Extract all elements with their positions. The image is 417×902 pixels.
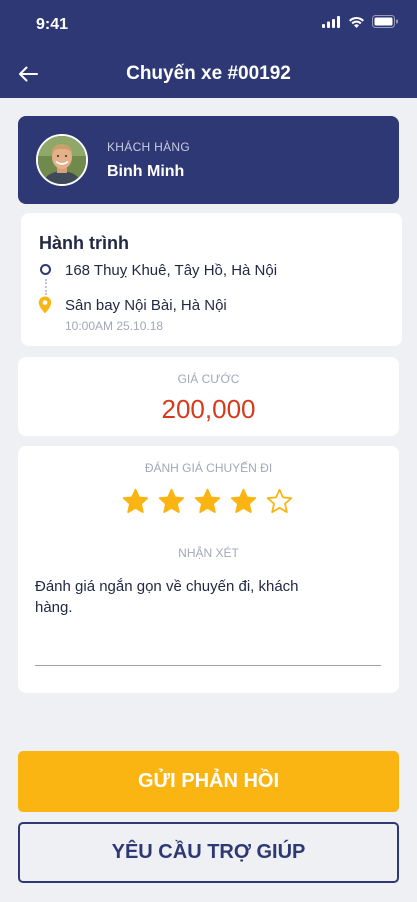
route-connector <box>45 279 47 295</box>
star-filled-icon[interactable] <box>194 488 221 515</box>
star-filled-icon[interactable] <box>122 488 149 515</box>
fare-value: 200,000 <box>161 394 256 424</box>
trip-datetime: 10:00AM 25.10.18 <box>65 319 164 333</box>
signal-icon <box>322 15 340 28</box>
star-filled-icon[interactable] <box>158 488 185 515</box>
rating-label: ĐÁNH GIÁ CHUYẾN ĐI <box>144 461 273 475</box>
fare-card: GIÁ CƯỚC 200,000 <box>18 357 399 436</box>
destination-address: Sân bay Nội Bài, Hà Nội <box>65 297 227 314</box>
page-title: Chuyến xe #00192 <box>126 63 291 84</box>
app-header: 9:41 Chuyến xe #00192 <box>0 0 417 98</box>
customer-label: KHÁCH HÀNG <box>107 140 191 154</box>
route-title: Hành trình <box>39 233 129 253</box>
star-filled-icon[interactable] <box>230 488 257 515</box>
location-pin-icon <box>38 296 52 314</box>
status-icons <box>322 15 399 28</box>
star-rating[interactable] <box>122 488 293 515</box>
wifi-icon <box>349 16 364 28</box>
submit-feedback-button[interactable]: GỬI PHẢN HỒI <box>18 751 399 812</box>
request-help-button[interactable]: YÊU CẦU TRỢ GIÚP <box>18 822 399 883</box>
comment-input[interactable]: Đánh giá ngắn gọn về chuyến đi, khách hà… <box>35 576 335 618</box>
comment-label: NHẬN XÉT <box>178 546 239 560</box>
status-time: 9:41 <box>36 16 69 33</box>
customer-card: KHÁCH HÀNG Binh Minh <box>18 116 399 204</box>
rating-card: ĐÁNH GIÁ CHUYẾN ĐI NHẬN XÉT Đánh giá ngắ… <box>18 446 399 693</box>
route-card: Hành trình 168 Thuỵ Khuê, Tây Hồ, Hà Nội… <box>21 213 402 346</box>
origin-dot-icon <box>40 264 51 275</box>
battery-icon <box>372 15 398 28</box>
origin-address: 168 Thuỵ Khuê, Tây Hồ, Hà Nội <box>65 262 278 279</box>
customer-name: Binh Minh <box>107 163 185 180</box>
comment-underline <box>35 665 381 666</box>
star-empty-icon[interactable] <box>266 488 293 515</box>
fare-label: GIÁ CƯỚC <box>177 372 240 386</box>
avatar <box>36 134 88 186</box>
